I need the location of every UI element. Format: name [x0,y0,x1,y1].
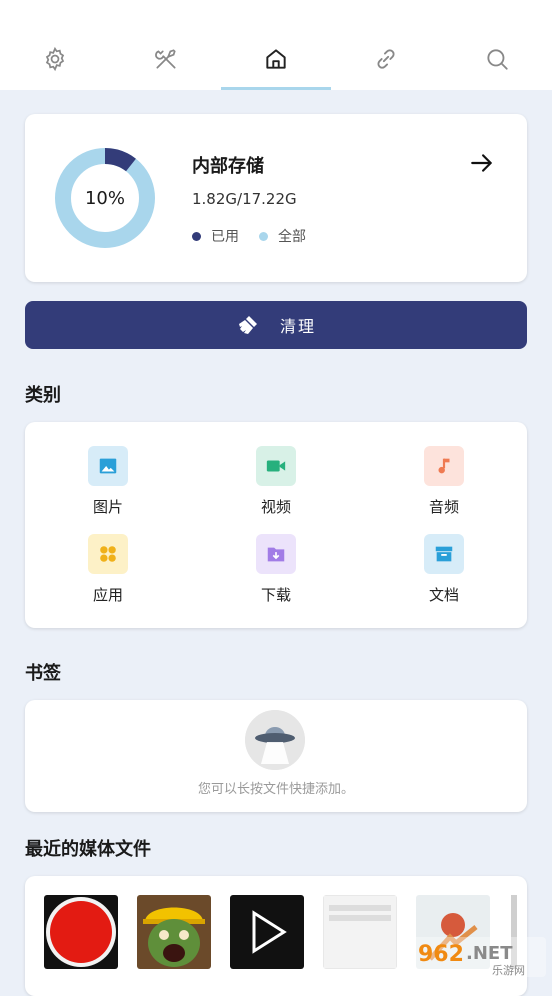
storage-percent: 10% [84,187,125,209]
broom-icon [238,316,257,334]
bookmarks-card: 您可以长按文件快捷添加。 [25,700,527,812]
search-icon [487,49,508,70]
svg-text:962: 962 [418,942,464,967]
legend-all-label: 全部 [278,229,306,245]
ufo-empty-icon [245,710,305,770]
category-label: 下载 [260,586,291,604]
record-icon[interactable] [44,895,118,969]
recent-media-card [25,876,527,996]
svg-text:乐游网: 乐游网 [492,964,525,977]
arrow-right-icon[interactable] [469,150,495,176]
archive-icon [424,534,464,574]
play-icon[interactable] [230,895,304,969]
legend-used-label: 已用 [211,229,239,245]
bookmarks-empty-hint: 您可以长按文件快捷添加。 [197,782,354,797]
zombie-game-icon[interactable] [137,895,211,969]
category-label: 文档 [428,586,459,604]
legend-all-dot [259,231,268,241]
video-icon [256,446,296,486]
bookmarks-title: 书签 [25,663,61,684]
storage-legend: 已用 全部 [192,226,306,246]
category-images[interactable]: 图片 [58,446,158,517]
categories-card: 图片 视频 音频 应用 下载 文档 [25,422,527,628]
category-label: 音频 [428,498,459,516]
site-watermark-logo: 962 .NET 乐游网 [412,937,546,977]
apps-icon [88,534,128,574]
storage-title: 内部存储 [192,156,264,177]
storage-size: 1.82G/17.22G [192,190,297,208]
clean-button-label: 清理 [279,317,316,336]
gear-icon [46,46,65,72]
internal-storage-card[interactable]: 10% 内部存储 1.82G/17.22G 已用 全部 [25,114,527,282]
tab-bar [0,38,552,90]
tab-home[interactable] [220,38,332,90]
home-icon [266,49,286,69]
category-label: 应用 [92,586,123,604]
tab-settings[interactable] [0,38,110,90]
category-label: 图片 [92,498,123,516]
legend-used-dot [192,231,201,241]
category-apps[interactable]: 应用 [58,534,158,605]
svg-text:.NET: .NET [466,943,513,964]
tab-link[interactable] [331,38,441,90]
tools-icon [154,49,176,69]
image-icon [88,446,128,486]
categories-title: 类别 [25,385,61,406]
tab-search[interactable] [442,38,552,90]
document-thumbnail-icon[interactable] [323,895,397,969]
tab-tools[interactable] [110,38,220,90]
category-videos[interactable]: 视频 [226,446,326,517]
link-icon [377,49,395,69]
music-icon [424,446,464,486]
category-label: 视频 [260,498,291,516]
top-navigation [0,0,552,90]
category-downloads[interactable]: 下载 [226,534,326,605]
recent-media-title: 最近的媒体文件 [25,839,151,860]
category-audio[interactable]: 音频 [394,446,494,517]
clean-button[interactable]: 清理 [25,301,527,349]
download-folder-icon [256,534,296,574]
category-documents[interactable]: 文档 [394,534,494,605]
